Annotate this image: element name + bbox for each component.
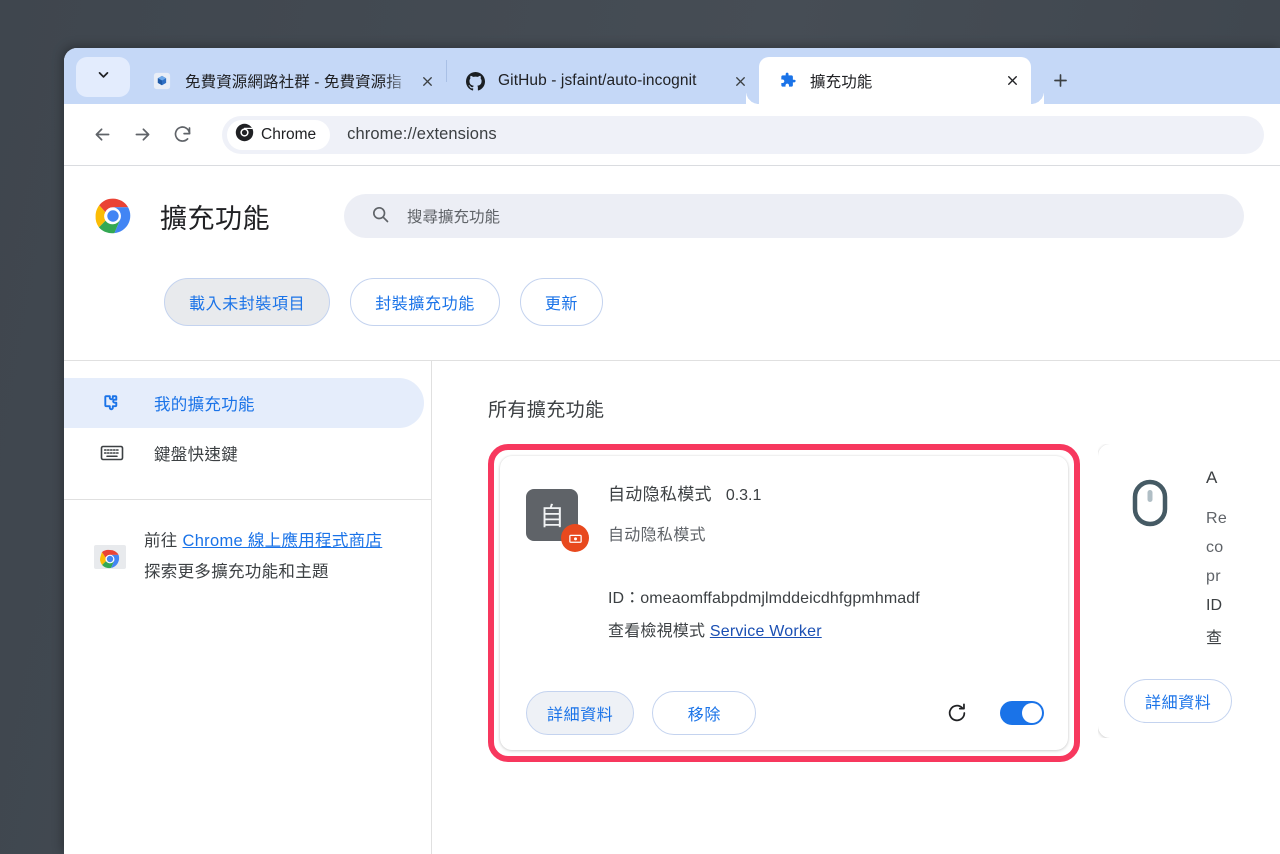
keyboard-icon xyxy=(100,441,124,465)
extensions-action-bar: 載入未封裝項目 封裝擴充功能 更新 xyxy=(64,266,1280,338)
webstore-promo: 前往 Chrome 線上應用程式商店 探索更多擴充功能和主題 xyxy=(64,500,431,588)
browser-tab-2[interactable]: GitHub - jsfaint/auto-incognit xyxy=(447,58,759,104)
extension-card-header: A Re co pr ID 查 xyxy=(1124,468,1280,648)
extension-name: 自动隐私模式 xyxy=(608,485,712,504)
unpacked-badge-icon xyxy=(561,524,589,552)
extension-inspect-views: 查看檢視模式 Service Worker xyxy=(608,617,1042,641)
new-tab-button[interactable] xyxy=(1041,61,1079,99)
extension-description: Re co pr xyxy=(1206,504,1280,591)
description-line: Re xyxy=(1206,510,1228,527)
extension-title-row: A xyxy=(1206,468,1280,488)
pack-extension-button[interactable]: 封裝擴充功能 xyxy=(350,278,500,326)
extension-enabled-toggle[interactable] xyxy=(1000,701,1044,725)
browser-toolbar: Chrome chrome://extensions xyxy=(64,104,1280,165)
plus-icon xyxy=(1053,73,1067,87)
page-title: 擴充功能 xyxy=(160,203,270,234)
extension-card-grid: 自 自动隐私模式 0.3.1 自动隐私模式 ID：omeaomffabpdmjl… xyxy=(488,444,1280,762)
browser-tab-3-active[interactable]: 擴充功能 xyxy=(759,57,1044,104)
all-extensions-heading: 所有擴充功能 xyxy=(488,400,605,421)
back-button[interactable] xyxy=(84,117,120,153)
webstore-promo-text: 前往 Chrome 線上應用程式商店 探索更多擴充功能和主題 xyxy=(144,526,403,588)
sidebar-item-keyboard-shortcuts[interactable]: 鍵盤快速鍵 xyxy=(64,428,431,478)
description-line: co xyxy=(1206,539,1224,556)
reload-icon xyxy=(174,126,190,142)
extension-card-highlight-outline: 自 自动隐私模式 0.3.1 自动隐私模式 ID：omeaomffabpdmjl… xyxy=(488,444,1080,762)
extension-meta: 自动隐私模式 0.3.1 自动隐私模式 ID：omeaomffabpdmjlmd… xyxy=(608,480,1042,641)
extensions-content: 所有擴充功能 自 自动隐私模式 0.3.1 自动隐私模式 ID：omeaomff… xyxy=(432,361,1280,854)
extension-card-footer: 詳細資料 移除 xyxy=(500,676,1068,750)
inspect-views-label: 查看檢視模式 xyxy=(608,623,706,640)
puzzle-icon xyxy=(100,391,124,415)
webstore-link[interactable]: Chrome 線上應用程式商店 xyxy=(182,532,382,550)
service-worker-link[interactable]: Service Worker xyxy=(710,623,822,640)
reload-button[interactable] xyxy=(164,117,200,153)
extension-id-block: ID：omeaomffabpdmjlmddeicdhfgpmhmadf 查看檢視… xyxy=(608,584,1042,641)
chrome-logo-icon xyxy=(94,197,132,235)
extension-meta: A Re co pr ID 查 xyxy=(1206,468,1280,648)
extension-card[interactable]: 自 自动隐私模式 0.3.1 自动隐私模式 ID：omeaomffabpdmjl… xyxy=(500,456,1068,750)
address-bar[interactable]: Chrome chrome://extensions xyxy=(222,115,1264,154)
description-line: pr xyxy=(1206,568,1221,585)
webstore-prefix: 前往 xyxy=(144,532,183,550)
search-icon xyxy=(370,204,390,229)
back-arrow-icon xyxy=(95,128,109,141)
chrome-icon xyxy=(235,123,254,147)
chrome-chip-label: Chrome xyxy=(261,125,317,143)
extension-id: ID：omeaomffabpdmjlmddeicdhfgpmhmadf xyxy=(608,590,920,607)
tab-close-button[interactable] xyxy=(997,66,1027,96)
extension-id-block: ID 查 xyxy=(1206,597,1280,648)
sidebar-item-label: 鍵盤快速鍵 xyxy=(154,446,238,464)
update-button[interactable]: 更新 xyxy=(519,278,604,326)
mouse-icon xyxy=(1124,479,1176,533)
extensions-body: 我的擴充功能 鍵盤快速鍵 前往 Chrome 線上應用程式商店 探索更多擴充功能… xyxy=(64,361,1280,854)
tab-title: 免費資源網路社群 - 免費資源指 xyxy=(185,74,402,91)
sidebar-item-label: 我的擴充功能 xyxy=(154,396,255,414)
address-bar-url: chrome://extensions xyxy=(347,125,497,143)
chevron-down-icon xyxy=(94,65,113,89)
extension-reload-button[interactable] xyxy=(940,696,974,730)
extension-icon-wrapper xyxy=(1124,477,1176,529)
chrome-webstore-icon xyxy=(94,541,126,573)
extension-card-partial-wrapper: A Re co pr ID 查 詳細資料 xyxy=(1098,444,1280,738)
details-button[interactable]: 詳細資料 xyxy=(1124,679,1233,723)
details-button[interactable]: 詳細資料 xyxy=(526,691,635,735)
browser-tab-1[interactable]: 免費資源網路社群 - 免費資源指 xyxy=(134,58,446,104)
sidebar: 我的擴充功能 鍵盤快速鍵 前往 Chrome 線上應用程式商店 探索更多擴充功能… xyxy=(64,361,432,854)
extensions-header: 擴充功能 搜尋擴充功能 xyxy=(64,166,1280,266)
extension-version: 0.3.1 xyxy=(725,487,762,504)
search-input[interactable]: 搜尋擴充功能 xyxy=(344,194,1244,238)
extension-description: 自动隐私模式 xyxy=(608,527,706,544)
extension-icon-wrapper: 自 xyxy=(526,489,589,552)
extension-card-footer: 詳細資料 xyxy=(1098,664,1280,738)
toggle-knob xyxy=(1022,703,1042,723)
extension-title-row: 自动隐私模式 0.3.1 xyxy=(608,480,1042,505)
extension-card-partial[interactable]: A Re co pr ID 查 詳細資料 xyxy=(1098,444,1280,738)
tab-close-button[interactable] xyxy=(412,66,442,96)
webstore-suffix: 探索更多擴充功能和主題 xyxy=(144,563,329,581)
load-unpacked-button[interactable]: 載入未封裝項目 xyxy=(164,278,331,326)
extension-name: A xyxy=(1206,468,1218,487)
github-icon xyxy=(465,71,485,91)
search-placeholder: 搜尋擴充功能 xyxy=(407,209,501,226)
extensions-page: 擴充功能 搜尋擴充功能 載入未封裝項目 封裝擴充功能 更新 我的擴充功能 鍵盤快… xyxy=(64,166,1280,854)
forward-button[interactable] xyxy=(124,117,160,153)
extension-card-header: 自 自动隐私模式 0.3.1 自动隐私模式 ID：omeaomffabpdmjl… xyxy=(526,480,1042,641)
browser-window: 免費資源網路社群 - 免費資源指 GitHub - jsfaint/auto-i… xyxy=(64,48,1280,854)
extension-inspect-views: 查 xyxy=(1206,630,1223,647)
tab-strip: 免費資源網路社群 - 免費資源指 GitHub - jsfaint/auto-i… xyxy=(64,48,1280,104)
sidebar-item-my-extensions[interactable]: 我的擴充功能 xyxy=(64,378,424,428)
tab-title: GitHub - jsfaint/auto-incognit xyxy=(498,72,697,89)
tab-search-button[interactable] xyxy=(76,57,130,97)
site-favicon xyxy=(152,71,172,91)
remove-button[interactable]: 移除 xyxy=(652,691,757,735)
chrome-origin-chip[interactable]: Chrome xyxy=(227,119,331,150)
tab-title: 擴充功能 xyxy=(810,73,873,91)
forward-arrow-icon xyxy=(135,128,149,141)
reload-icon xyxy=(948,703,966,722)
extension-id: ID xyxy=(1206,597,1223,614)
puzzle-icon xyxy=(777,71,797,91)
